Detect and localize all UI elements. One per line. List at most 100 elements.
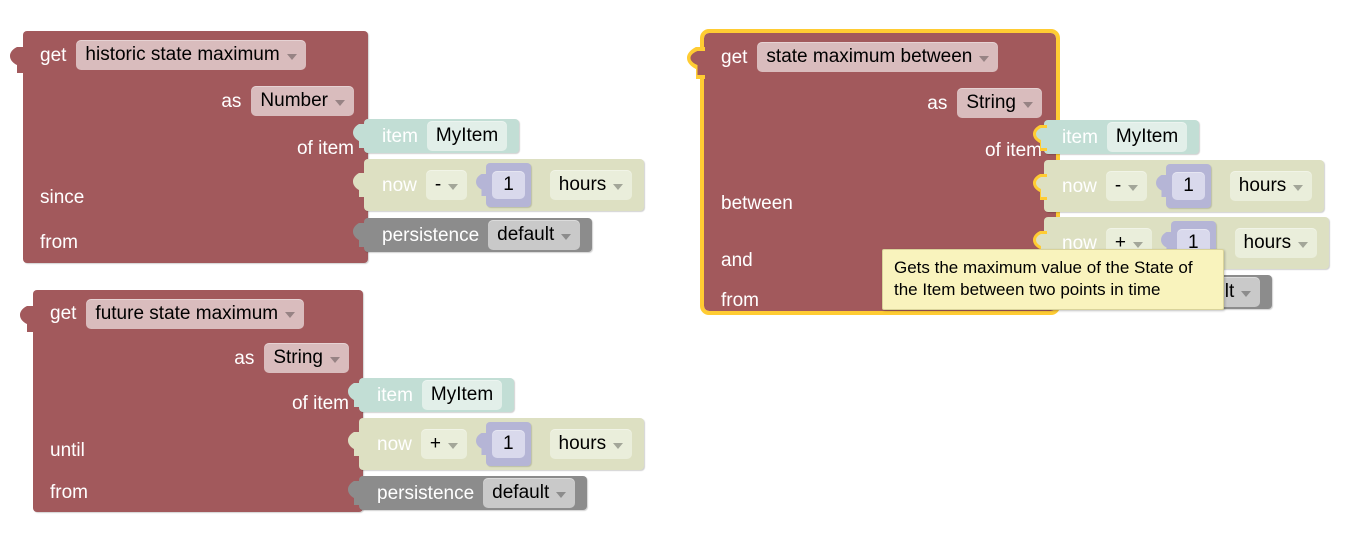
block-item[interactable]: item MyItem	[364, 119, 519, 153]
dropdown-time-unit[interactable]: hours	[550, 170, 633, 200]
dropdown-time-unit[interactable]: hours	[1235, 228, 1318, 258]
chevron-down-icon	[448, 443, 458, 449]
and-label: and	[721, 251, 753, 270]
offset-operator-value: -	[1115, 175, 1121, 196]
dropdown-return-type[interactable]: String	[957, 88, 1042, 118]
dropdown-function-type-value: historic state maximum	[85, 44, 279, 65]
chevron-down-icon	[285, 312, 295, 318]
as-label: as	[221, 92, 241, 111]
now-label: now	[1062, 177, 1097, 196]
persistence-label: persistence	[382, 226, 479, 245]
offset-operator-value: -	[435, 174, 441, 195]
puzzle-input-notch-icon	[348, 432, 360, 456]
time-unit-value: hours	[559, 433, 607, 454]
block-tooltip: Gets the maximum value of the State of t…	[882, 249, 1224, 310]
dropdown-return-type-value: Number	[260, 90, 328, 111]
dropdown-time-unit[interactable]: hours	[550, 429, 633, 459]
number-amount-value: 1	[503, 174, 514, 195]
time-unit-value: hours	[1244, 232, 1292, 253]
puzzle-output-tab-icon	[687, 47, 705, 79]
block-historic-state-maximum[interactable]: get historic state maximum as Number of …	[23, 31, 368, 263]
block-now-since[interactable]: now - 1 hours	[364, 159, 644, 211]
item-label: item	[382, 127, 418, 146]
chevron-down-icon	[979, 56, 989, 62]
time-unit-value: hours	[559, 174, 607, 195]
chevron-down-icon	[561, 234, 571, 240]
dropdown-time-unit[interactable]: hours	[1230, 171, 1313, 201]
row-get: get future state maximum	[33, 290, 363, 337]
dropdown-return-type-value: String	[273, 347, 323, 368]
row-of-item: of item	[23, 123, 368, 173]
dropdown-offset-operator[interactable]: -	[426, 170, 467, 200]
dropdown-return-type[interactable]: String	[264, 343, 349, 373]
get-label: get	[40, 46, 66, 65]
block-now-between-start[interactable]: now - 1 hours	[1044, 160, 1324, 212]
item-name-field[interactable]: MyItem	[1107, 122, 1187, 152]
block-number-amount[interactable]: 1	[486, 163, 531, 207]
dropdown-function-type-value: state maximum between	[766, 46, 972, 67]
chevron-down-icon	[335, 100, 345, 106]
dropdown-return-type[interactable]: Number	[251, 86, 354, 116]
block-persistence[interactable]: persistence default	[364, 218, 592, 252]
puzzle-input-notch-icon	[1033, 174, 1045, 198]
dropdown-function-type[interactable]: historic state maximum	[76, 40, 305, 70]
blockly-workspace[interactable]: get historic state maximum as Number of …	[0, 0, 1372, 534]
number-amount-field[interactable]: 1	[492, 430, 525, 458]
block-body-historic[interactable]: get historic state maximum as Number of …	[23, 31, 368, 263]
persistence-service-value: default	[497, 224, 554, 245]
as-label: as	[927, 94, 947, 113]
item-label: item	[1062, 128, 1098, 147]
until-label: until	[50, 441, 85, 460]
block-number-amount[interactable]: 1	[1166, 164, 1211, 208]
puzzle-input-notch-icon	[348, 383, 360, 407]
row-of-item: of item	[33, 379, 363, 427]
dropdown-offset-operator[interactable]: -	[1106, 171, 1147, 201]
block-body-future[interactable]: get future state maximum as String of it…	[33, 290, 363, 512]
between-label: between	[721, 194, 793, 213]
row-get: get historic state maximum	[23, 31, 368, 79]
item-name-value: MyItem	[436, 125, 498, 146]
block-persistence[interactable]: persistence default	[359, 476, 587, 510]
row-until: until	[33, 427, 363, 473]
dropdown-function-type-value: future state maximum	[95, 303, 278, 324]
now-label: now	[382, 176, 417, 195]
dropdown-offset-operator[interactable]: +	[421, 429, 467, 459]
as-label: as	[234, 349, 254, 368]
offset-operator-value: +	[430, 433, 441, 454]
of-item-label: of item	[297, 139, 354, 158]
puzzle-input-notch-icon	[476, 433, 487, 455]
row-get: get state maximum between	[704, 33, 1056, 81]
dropdown-persistence-service[interactable]: default	[483, 478, 575, 508]
item-name-field[interactable]: MyItem	[422, 380, 502, 410]
row-since: since	[23, 173, 368, 221]
puzzle-input-notch-icon	[476, 174, 487, 196]
dropdown-persistence-service[interactable]: default	[488, 220, 580, 250]
chevron-down-icon	[613, 184, 623, 190]
chevron-down-icon	[1128, 185, 1138, 191]
chevron-down-icon	[1293, 185, 1303, 191]
of-item-label: of item	[292, 394, 349, 413]
puzzle-input-notch-icon	[353, 124, 365, 148]
puzzle-output-tab-icon	[10, 47, 24, 73]
dropdown-function-type[interactable]: future state maximum	[86, 299, 304, 329]
chevron-down-icon	[330, 357, 340, 363]
block-now-until[interactable]: now + 1 hours	[359, 418, 644, 470]
row-as: as String	[704, 81, 1056, 125]
row-between: between	[704, 175, 1056, 232]
block-future-state-maximum[interactable]: get future state maximum as String of it…	[33, 290, 363, 512]
number-amount-field[interactable]: 1	[1172, 172, 1205, 200]
number-amount-field[interactable]: 1	[492, 171, 525, 199]
dropdown-return-type-value: String	[966, 92, 1016, 113]
block-item[interactable]: item MyItem	[359, 378, 514, 412]
item-name-value: MyItem	[1116, 126, 1178, 147]
block-number-amount[interactable]: 1	[486, 422, 531, 466]
since-label: since	[40, 188, 84, 207]
dropdown-function-type[interactable]: state maximum between	[757, 42, 998, 72]
number-amount-value: 1	[1183, 175, 1194, 196]
puzzle-input-notch-icon	[1033, 125, 1045, 149]
from-label: from	[50, 483, 88, 502]
item-name-field[interactable]: MyItem	[427, 121, 507, 151]
persistence-label: persistence	[377, 484, 474, 503]
item-label: item	[377, 386, 413, 405]
block-item[interactable]: item MyItem	[1044, 120, 1199, 154]
